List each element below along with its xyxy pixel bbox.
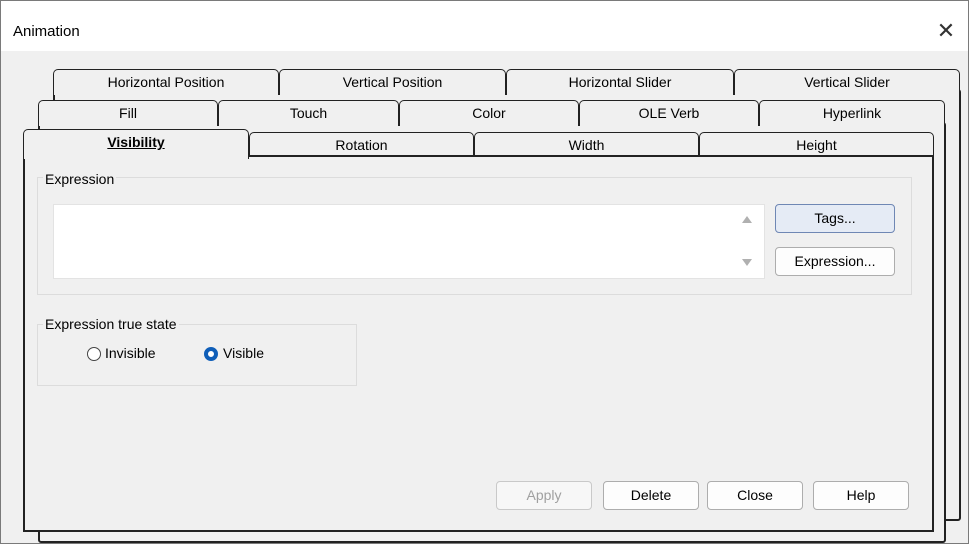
tab-label: Rotation: [335, 137, 388, 153]
tab-label: Fill: [119, 105, 137, 121]
tab-label: Vertical Position: [342, 74, 443, 90]
tab-color[interactable]: Color: [399, 100, 579, 126]
tab-fill[interactable]: Fill: [38, 100, 218, 126]
tab-touch[interactable]: Touch: [218, 100, 399, 126]
tab-ole-verb[interactable]: OLE Verb: [579, 100, 759, 126]
tab-label: Hyperlink: [822, 105, 882, 121]
scroll-up-icon[interactable]: [742, 216, 752, 223]
invisible-radio-label: Invisible: [105, 345, 156, 361]
tab-width[interactable]: Width: [474, 132, 699, 157]
close-icon[interactable]: ✕: [932, 17, 960, 45]
tab-horizontal-position[interactable]: Horizontal Position: [53, 69, 279, 95]
close-button[interactable]: Close: [707, 481, 803, 510]
help-button[interactable]: Help: [813, 481, 909, 510]
tab-vertical-slider[interactable]: Vertical Slider: [734, 69, 960, 95]
expression-button[interactable]: Expression...: [775, 247, 895, 276]
tab-visibility[interactable]: Visibility: [23, 129, 249, 159]
expression-input[interactable]: [53, 204, 765, 279]
tags-button[interactable]: Tags...: [775, 204, 895, 233]
tab-label: Width: [568, 137, 605, 153]
tab-label: Touch: [289, 105, 328, 121]
visible-radio[interactable]: [204, 347, 218, 361]
invisible-radio[interactable]: [87, 347, 101, 361]
tab-rotation[interactable]: Rotation: [249, 132, 474, 157]
tab-label: Height: [796, 137, 837, 153]
tab-height[interactable]: Height: [699, 132, 934, 157]
animation-dialog: Animation ✕ Horizontal Position Vertical…: [0, 0, 969, 544]
tab-label: Horizontal Position: [107, 74, 225, 90]
tab-horizontal-slider[interactable]: Horizontal Slider: [506, 69, 734, 95]
tab-label: Horizontal Slider: [568, 74, 672, 90]
scroll-down-icon[interactable]: [742, 259, 752, 266]
title-bar: Animation ✕: [1, 1, 968, 51]
tab-label: Color: [472, 105, 506, 121]
dialog-title: Animation: [13, 23, 80, 40]
true-state-group-label: Expression true state: [43, 316, 179, 332]
tab-hyperlink[interactable]: Hyperlink: [759, 100, 945, 126]
tab-label: OLE Verb: [638, 105, 700, 121]
tab-vertical-position[interactable]: Vertical Position: [279, 69, 506, 95]
tab-label: Vertical Slider: [804, 74, 890, 90]
tab-label: Visibility: [107, 134, 165, 150]
expression-group-label: Expression: [43, 171, 117, 187]
true-state-group: [37, 324, 357, 386]
apply-button[interactable]: Apply: [496, 481, 592, 510]
delete-button[interactable]: Delete: [603, 481, 699, 510]
visible-radio-label: Visible: [223, 345, 264, 361]
